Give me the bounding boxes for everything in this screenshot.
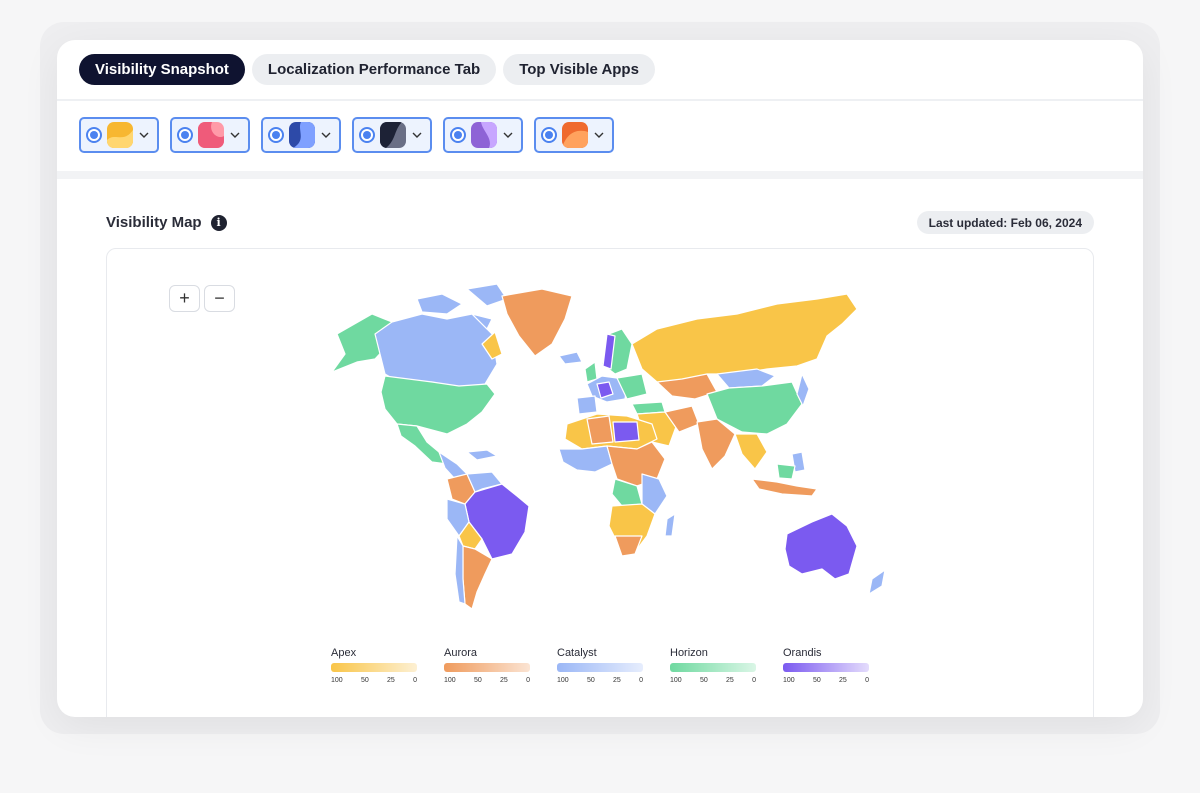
legend-ticks: 100 50 25 0 [783, 677, 869, 684]
chevron-down-icon[interactable] [229, 129, 241, 141]
legend-tick: 100 [783, 677, 795, 684]
section-separator [57, 171, 1143, 179]
legend-gradient [557, 663, 643, 672]
app-select-3[interactable] [261, 117, 341, 153]
legend-label: Horizon [670, 647, 708, 659]
libya-region[interactable] [612, 421, 640, 443]
last-updated-badge: Last updated: Feb 06, 2024 [916, 211, 1094, 234]
chevron-down-icon[interactable] [411, 129, 423, 141]
divider [57, 99, 1143, 101]
legend-gradient [444, 663, 530, 672]
app-selector-row [79, 117, 614, 153]
app-select-4[interactable] [352, 117, 432, 153]
legend-tick: 100 [670, 677, 682, 684]
radio-icon[interactable] [450, 127, 466, 143]
chevron-down-icon[interactable] [320, 129, 332, 141]
legend-tick: 50 [699, 677, 708, 684]
legend-tick: 25 [500, 677, 508, 684]
zoom-controls: + − [169, 285, 235, 312]
radio-icon[interactable] [177, 127, 193, 143]
west-africa-region[interactable] [558, 445, 613, 473]
algeria-region[interactable] [586, 415, 614, 445]
legend-tick: 0 [865, 677, 869, 684]
app-select-6[interactable] [534, 117, 614, 153]
greenland-region[interactable] [501, 288, 573, 357]
southeast-asia-region[interactable] [734, 433, 768, 470]
indonesia-region[interactable] [751, 478, 818, 497]
zoom-out-button[interactable]: − [204, 285, 235, 312]
legend-label: Orandis [783, 647, 822, 659]
legend-tick: 50 [812, 677, 821, 684]
madagascar-region[interactable] [664, 513, 676, 537]
legend-item-aurora: Aurora 100 50 25 0 [444, 647, 530, 684]
legend-ticks: 100 50 25 0 [557, 677, 643, 684]
legend-tick: 100 [557, 677, 569, 684]
legend-tick: 25 [387, 677, 395, 684]
legend-ticks: 100 50 25 0 [444, 677, 530, 684]
legend-tick: 0 [413, 677, 417, 684]
legend-tick: 100 [444, 677, 456, 684]
radio-icon[interactable] [86, 127, 102, 143]
legend-ticks: 100 50 25 0 [670, 677, 756, 684]
legend-gradient [783, 663, 869, 672]
section-title: Visibility Map [106, 214, 202, 231]
legend-gradient [331, 663, 417, 672]
legend-label: Apex [331, 647, 357, 659]
india-region[interactable] [696, 418, 736, 470]
legend-tick: 0 [752, 677, 756, 684]
app-select-5[interactable] [443, 117, 523, 153]
app-select-2[interactable] [170, 117, 250, 153]
app-icon [380, 122, 406, 148]
world-map[interactable] [297, 274, 907, 624]
dashboard-card: Visibility Snapshot Localization Perform… [57, 40, 1143, 717]
legend-item-catalyst: Catalyst 100 50 25 0 [557, 647, 643, 684]
app-icon [562, 122, 588, 148]
legend-tick: 25 [726, 677, 734, 684]
legend-label: Catalyst [557, 647, 597, 659]
caribbean-region[interactable] [466, 449, 498, 461]
map-legend: Apex 100 50 25 0 Aurora 100 50 25 0 Cata… [331, 647, 869, 684]
australia-region[interactable] [784, 513, 858, 580]
legend-tick: 25 [613, 677, 621, 684]
info-icon[interactable]: i [210, 214, 227, 231]
legend-tick: 0 [526, 677, 530, 684]
legend-tick: 50 [360, 677, 369, 684]
chevron-down-icon[interactable] [502, 129, 514, 141]
tab-bar: Visibility Snapshot Localization Perform… [79, 54, 655, 85]
legend-tick: 50 [586, 677, 595, 684]
radio-icon[interactable] [268, 127, 284, 143]
legend-tick: 50 [473, 677, 482, 684]
chevron-down-icon[interactable] [593, 129, 605, 141]
app-icon [471, 122, 497, 148]
legend-tick: 100 [331, 677, 343, 684]
legend-label: Aurora [444, 647, 478, 659]
borneo-region[interactable] [776, 463, 796, 480]
app-select-1[interactable] [79, 117, 159, 153]
tab-top-visible-apps[interactable]: Top Visible Apps [503, 54, 655, 85]
argentina-region[interactable] [462, 545, 493, 610]
radio-icon[interactable] [541, 127, 557, 143]
chevron-down-icon[interactable] [138, 129, 150, 141]
new-zealand-region[interactable] [868, 569, 886, 595]
legend-tick: 0 [639, 677, 643, 684]
tab-visibility-snapshot[interactable]: Visibility Snapshot [79, 54, 245, 85]
south-africa-region[interactable] [614, 535, 643, 557]
iceland-region[interactable] [558, 351, 583, 365]
radio-icon[interactable] [359, 127, 375, 143]
app-icon [198, 122, 224, 148]
legend-item-orandis: Orandis 100 50 25 0 [783, 647, 869, 684]
legend-gradient [670, 663, 756, 672]
zoom-in-button[interactable]: + [169, 285, 200, 312]
app-icon [107, 122, 133, 148]
legend-item-horizon: Horizon 100 50 25 0 [670, 647, 756, 684]
chile-region[interactable] [454, 535, 466, 605]
legend-item-apex: Apex 100 50 25 0 [331, 647, 417, 684]
section-header: Visibility Map i [106, 214, 227, 231]
legend-tick: 25 [839, 677, 847, 684]
app-icon [289, 122, 315, 148]
visibility-map-panel: + − Apex 100 50 25 0 Aurora 100 50 25 0 … [106, 248, 1094, 717]
legend-ticks: 100 50 25 0 [331, 677, 417, 684]
iberia-region[interactable] [576, 395, 598, 415]
tab-localization-performance[interactable]: Localization Performance Tab [251, 54, 497, 85]
